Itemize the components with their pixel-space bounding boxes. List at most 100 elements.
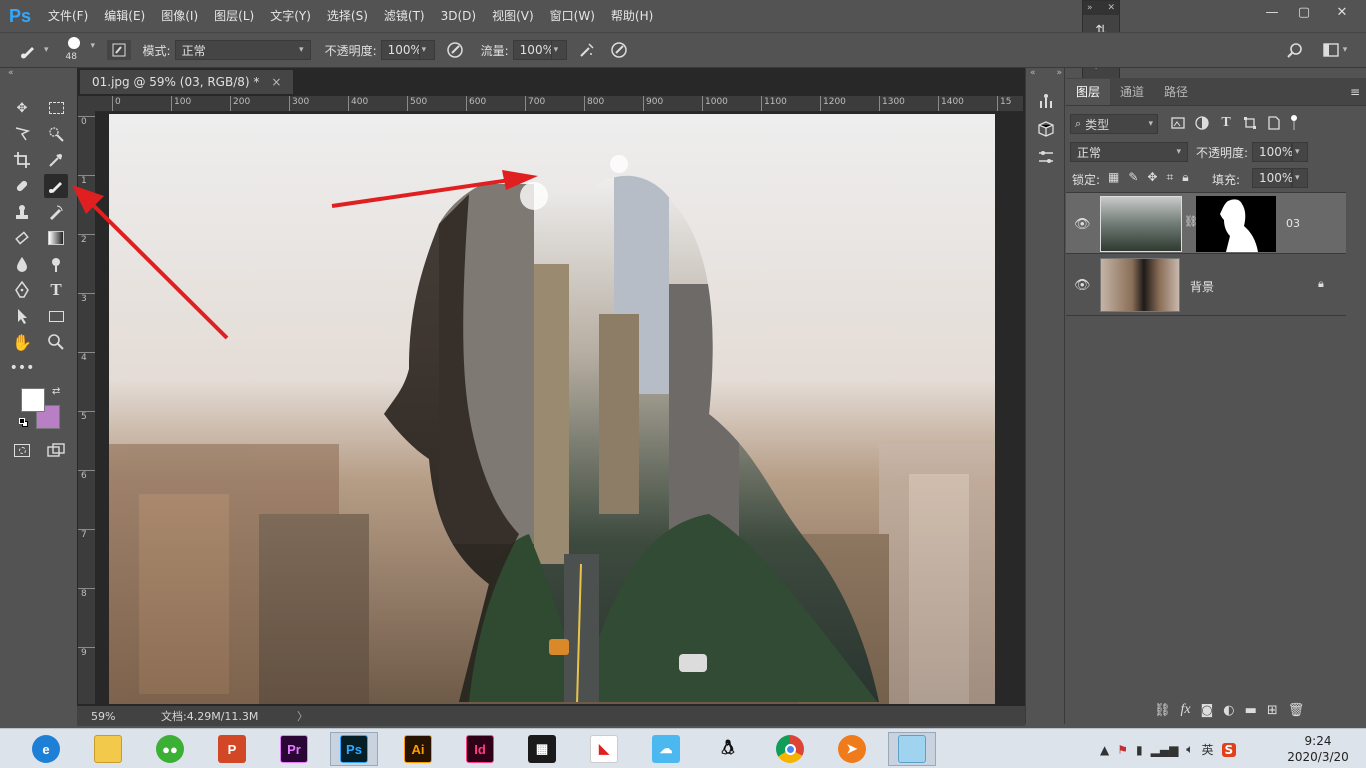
- maximize-button[interactable]: ▢: [1288, 0, 1320, 24]
- layer-opacity-input[interactable]: 100%: [1252, 142, 1293, 162]
- qq-icon[interactable]: 🐧︎: [704, 732, 752, 766]
- screen-mode-icon[interactable]: [44, 438, 68, 462]
- visibility-eye-icon[interactable]: 👁︎: [1074, 278, 1091, 293]
- orange-app-icon[interactable]: ➤: [828, 732, 876, 766]
- layer-name[interactable]: 背景: [1190, 278, 1214, 295]
- new-layer-icon[interactable]: ⊞: [1267, 703, 1278, 718]
- volume-icon[interactable]: 🔈︎: [1186, 742, 1193, 757]
- add-mask-icon[interactable]: ◙: [1201, 703, 1214, 718]
- menu-window[interactable]: 窗口(W): [542, 0, 603, 32]
- collapse-icon[interactable]: «: [1030, 68, 1036, 78]
- close-tab-icon[interactable]: ×: [271, 75, 281, 89]
- layer-name[interactable]: 03: [1286, 217, 1300, 230]
- layer-row-background[interactable]: 👁︎ 背景 🔒︎: [1066, 254, 1346, 316]
- menu-filter[interactable]: 滤镜(T): [376, 0, 433, 32]
- brush-preset-icon[interactable]: [14, 41, 44, 59]
- close-window-button[interactable]: ✕: [1322, 0, 1362, 24]
- 3d-cube-icon[interactable]: [1035, 118, 1057, 140]
- lock-artboard-icon[interactable]: ⌗: [1166, 170, 1173, 185]
- cloud-app-icon[interactable]: ☁: [642, 732, 690, 766]
- menu-help[interactable]: 帮助(H): [603, 0, 661, 32]
- layer-mask-thumbnail[interactable]: [1196, 196, 1276, 252]
- canvas-viewport[interactable]: [95, 112, 1023, 706]
- tab-layers[interactable]: 图层: [1066, 79, 1111, 105]
- status-menu-arrow[interactable]: 〉: [297, 708, 308, 724]
- sogou-ime-icon[interactable]: S: [1221, 742, 1237, 757]
- tab-channels[interactable]: 通道: [1110, 79, 1154, 105]
- zoom-tool-icon[interactable]: [44, 330, 68, 354]
- collapse-icon[interactable]: »: [1087, 3, 1093, 13]
- powerpoint-icon[interactable]: P: [208, 732, 256, 766]
- workspace-switcher[interactable]: ▾: [1318, 39, 1352, 61]
- lock-paint-icon[interactable]: ✎: [1128, 170, 1138, 185]
- indesign-icon[interactable]: Id: [456, 732, 504, 766]
- search-icon[interactable]: [1284, 39, 1306, 61]
- filter-adjustment-icon[interactable]: [1194, 114, 1210, 132]
- type-tool-icon[interactable]: T: [44, 278, 68, 302]
- visibility-eye-icon[interactable]: 👁︎: [1074, 217, 1091, 232]
- menu-3d[interactable]: 3D(D): [433, 0, 484, 32]
- hand-tool-icon[interactable]: ✋: [10, 330, 34, 354]
- foreground-color-swatch[interactable]: [21, 388, 45, 412]
- link-layers-icon[interactable]: ⛓︎: [1154, 703, 1171, 718]
- illustrator-icon[interactable]: Ai: [394, 732, 442, 766]
- zoom-level[interactable]: 59%: [91, 710, 161, 723]
- video-editor-icon[interactable]: ▦: [518, 732, 566, 766]
- menu-image[interactable]: 图像(I): [153, 0, 206, 32]
- clone-stamp-tool-icon[interactable]: [10, 200, 34, 224]
- tab-paths[interactable]: 路径: [1154, 79, 1198, 105]
- layer-filter-select[interactable]: ⌕ 类型 ▾: [1070, 114, 1158, 134]
- signal-icon[interactable]: ▂▄▆: [1151, 743, 1179, 757]
- premiere-icon[interactable]: Pr: [270, 732, 318, 766]
- path-selection-tool-icon[interactable]: [10, 304, 34, 328]
- panel-menu-icon[interactable]: ≡: [1344, 79, 1366, 105]
- quick-mask-icon[interactable]: [10, 438, 34, 462]
- flow-input[interactable]: 100%: [512, 40, 554, 60]
- filter-smart-object-icon[interactable]: [1266, 114, 1282, 132]
- move-tool-icon[interactable]: ✥: [10, 96, 34, 120]
- wechat-icon[interactable]: ●●: [146, 732, 194, 766]
- brush-tool-icon[interactable]: [44, 174, 68, 198]
- brush-panel-icon[interactable]: [106, 40, 131, 60]
- network-warning-icon[interactable]: ⚑: [1117, 743, 1128, 757]
- minimize-button[interactable]: —: [1256, 0, 1288, 24]
- system-clock[interactable]: 9:24 2020/3/20: [1286, 733, 1350, 765]
- double-exposure-image[interactable]: [109, 114, 995, 704]
- lasso-tool-icon[interactable]: [10, 122, 34, 146]
- layer-row-03[interactable]: 👁︎ ⛓︎ 03: [1066, 192, 1346, 254]
- trash-icon[interactable]: 🗑︎: [1288, 703, 1305, 718]
- close-icon[interactable]: ✕: [1107, 3, 1115, 13]
- ime-indicator[interactable]: 英: [1202, 741, 1214, 758]
- default-colors-icon[interactable]: [19, 418, 28, 427]
- document-tab[interactable]: 01.jpg @ 59% (03, RGB/8) * ×: [80, 70, 294, 94]
- lock-all-icon[interactable]: 🔒︎: [1182, 170, 1188, 185]
- filter-shape-icon[interactable]: [1242, 114, 1258, 132]
- horizontal-ruler[interactable]: 0 100 200 300 400 500 600 700 800 900 10…: [95, 96, 1023, 112]
- photoshop-taskbar-icon[interactable]: Ps: [330, 732, 378, 766]
- crop-tool-icon[interactable]: [10, 148, 34, 172]
- pen-tool-icon[interactable]: [10, 278, 34, 302]
- fill-input[interactable]: 100%: [1252, 168, 1293, 188]
- layer-opacity-dropdown[interactable]: ▾: [1292, 142, 1308, 162]
- quick-select-tool-icon[interactable]: [44, 122, 68, 146]
- eraser-tool-icon[interactable]: [10, 226, 34, 250]
- airbrush-icon[interactable]: [573, 41, 601, 59]
- adjustment-layer-icon[interactable]: ◐: [1223, 703, 1234, 718]
- ie-icon[interactable]: e: [22, 732, 70, 766]
- lock-transparent-icon[interactable]: ▦: [1108, 170, 1119, 185]
- blur-tool-icon[interactable]: [10, 252, 34, 276]
- fx-icon[interactable]: fx: [1181, 702, 1191, 718]
- swap-colors-icon[interactable]: ⇄: [52, 386, 60, 397]
- lock-position-icon[interactable]: ✥: [1147, 170, 1157, 185]
- chevron-down-icon[interactable]: ▾: [44, 45, 49, 55]
- fill-dropdown[interactable]: ▾: [1292, 168, 1308, 188]
- menu-type[interactable]: 文字(Y): [262, 0, 319, 32]
- chrome-icon[interactable]: [766, 732, 814, 766]
- dodge-tool-icon[interactable]: [44, 252, 68, 276]
- menu-file[interactable]: 文件(F): [40, 0, 96, 32]
- marquee-tool-icon[interactable]: [44, 96, 68, 120]
- healing-brush-tool-icon[interactable]: [10, 174, 34, 198]
- pressure-size-icon[interactable]: [605, 41, 633, 59]
- collapse-icon[interactable]: «: [8, 68, 14, 78]
- adjustments-sliders-icon[interactable]: [1035, 146, 1057, 168]
